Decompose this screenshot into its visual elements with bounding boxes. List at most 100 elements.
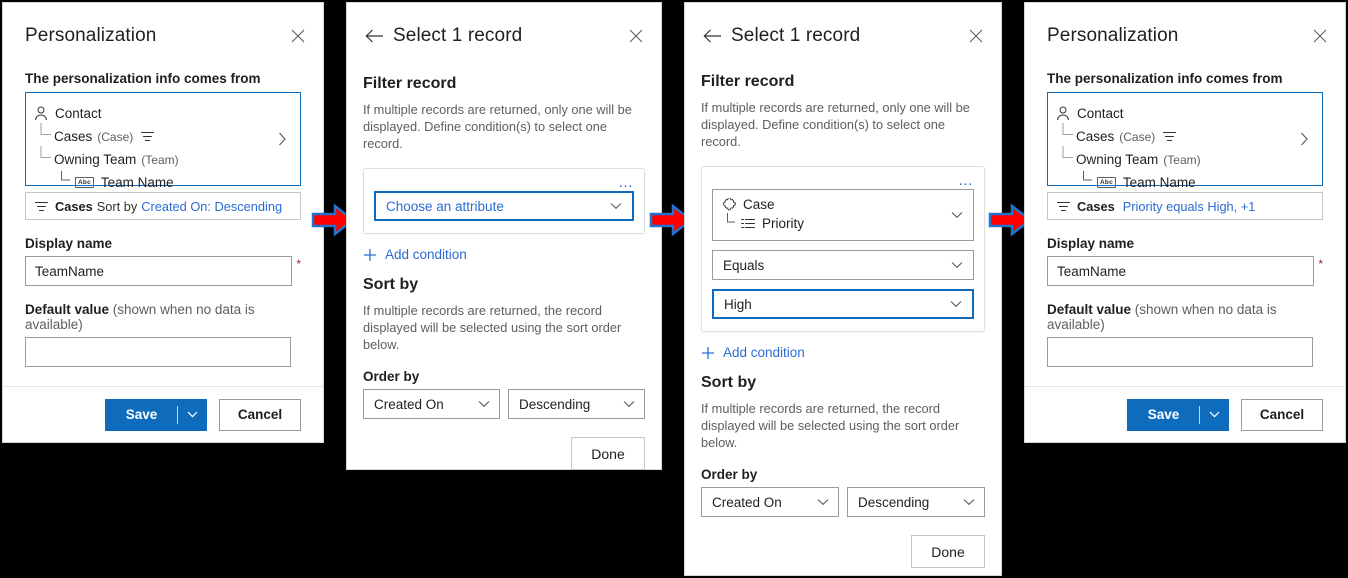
filter-summary-pill[interactable]: Cases Priority equals High, +1 (1047, 192, 1323, 220)
default-value-input[interactable] (25, 337, 291, 367)
order-by-label: Order by (363, 369, 420, 384)
sort-by-helper: If multiple records are returned, the re… (701, 401, 960, 450)
personalization-source-tree[interactable]: Contact Cases (Case) Owning Team (Team) … (25, 92, 301, 190)
tree-label: Cases (54, 129, 93, 144)
save-button-label: Save (125, 407, 158, 422)
required-asterisk: * (296, 257, 301, 271)
order-field-value: Created On (712, 494, 782, 510)
chevron-down-icon[interactable] (178, 411, 206, 418)
chevron-right-icon[interactable] (274, 132, 290, 146)
condition-card: … Case Priority Equals High (701, 166, 985, 332)
tree-label: Team Name (1122, 175, 1196, 190)
tree-sublabel: (Case) (97, 129, 134, 144)
chevron-down-icon[interactable] (956, 498, 982, 506)
pill-link[interactable]: Priority equals High, +1 (1123, 199, 1256, 214)
attribute-combobox[interactable]: Choose an attribute (374, 191, 634, 221)
display-name-input[interactable]: TeamName (25, 256, 293, 286)
add-condition-button[interactable]: Add condition (701, 345, 985, 360)
filter-icon (1057, 201, 1070, 212)
add-condition-label: Add condition (385, 247, 467, 262)
default-value-label: Default value (shown when no data is ava… (25, 302, 301, 332)
back-arrow-icon[interactable] (699, 23, 725, 49)
chevron-down-icon[interactable] (810, 498, 836, 506)
default-value-input[interactable] (1047, 337, 1313, 367)
panel-footer: Save Cancel (1025, 386, 1345, 442)
tree-label: Owning Team (1076, 152, 1159, 167)
tree-row-team-name[interactable]: Abc Team Name (34, 171, 274, 194)
value-dropdown[interactable]: High (712, 289, 974, 319)
close-icon[interactable] (1309, 25, 1331, 47)
tree-sublabel: (Team) (141, 152, 179, 167)
order-by-label: Order by (701, 467, 758, 482)
close-icon[interactable] (965, 25, 987, 47)
add-condition-label: Add condition (723, 345, 805, 360)
chevron-right-icon[interactable] (1296, 132, 1312, 146)
back-arrow-icon[interactable] (361, 23, 387, 49)
tree-row-contact[interactable]: Contact (34, 102, 274, 125)
panel-header: Personalization (3, 3, 323, 55)
contact-icon (34, 106, 48, 121)
page-title: Personalization (25, 25, 157, 46)
tree-row-owning-team[interactable]: Owning Team (Team) (1056, 145, 1296, 171)
select-record-panel-empty: Select 1 record Filter record If multipl… (346, 2, 662, 470)
done-button[interactable]: Done (911, 535, 985, 568)
close-icon[interactable] (625, 25, 647, 47)
condition-card: … Choose an attribute (363, 168, 645, 234)
filter-record-helper: If multiple records are returned, only o… (701, 100, 970, 149)
filter-summary-pill[interactable]: Cases Sort by Created On: Descending (25, 192, 301, 220)
order-direction-dropdown[interactable]: Descending (508, 389, 645, 419)
value-dropdown-value: High (724, 296, 752, 312)
tree-row-contact[interactable]: Contact (1056, 102, 1296, 125)
abc-icon: Abc (75, 177, 94, 188)
chevron-down-icon[interactable] (471, 400, 497, 408)
filter-icon (1163, 131, 1177, 142)
order-direction-value: Descending (858, 494, 930, 510)
tree-label: Owning Team (54, 152, 137, 167)
chevron-down-icon[interactable] (604, 202, 628, 210)
order-field-dropdown[interactable]: Created On (701, 487, 839, 517)
sort-by-helper: If multiple records are returned, the re… (363, 303, 622, 352)
optionset-icon (741, 218, 755, 229)
personalization-source-tree[interactable]: Contact Cases (Case) Owning Team (Team) … (1047, 92, 1323, 190)
default-value-label: Default value (shown when no data is ava… (1047, 302, 1323, 332)
order-field-dropdown[interactable]: Created On (363, 389, 500, 419)
save-button[interactable]: Save (1127, 398, 1229, 431)
chevron-down-icon[interactable] (1200, 411, 1228, 418)
save-button[interactable]: Save (105, 398, 207, 431)
panel-header: Select 1 record (685, 3, 1001, 55)
add-condition-button[interactable]: Add condition (363, 247, 645, 262)
cancel-button[interactable]: Cancel (219, 398, 301, 431)
cancel-button[interactable]: Cancel (1241, 398, 1323, 431)
source-label: The personalization info comes from (25, 71, 261, 86)
order-direction-dropdown[interactable]: Descending (847, 487, 985, 517)
tree-row-cases[interactable]: Cases (Case) (34, 122, 274, 148)
chevron-down-icon[interactable] (944, 300, 968, 308)
tree-row-owning-team[interactable]: Owning Team (Team) (34, 145, 274, 174)
required-asterisk: * (1318, 257, 1323, 271)
operator-value: Equals (723, 257, 765, 273)
screenshot-stage: Personalization The personalization info… (0, 0, 1348, 578)
tree-label: Contact (1077, 106, 1124, 121)
tree-row-team-name[interactable]: Abc Team Name (1056, 171, 1296, 194)
chevron-down-icon[interactable] (945, 261, 969, 269)
filter-icon (141, 131, 155, 142)
done-button[interactable]: Done (571, 437, 645, 470)
close-icon[interactable] (287, 25, 309, 47)
filter-record-helper: If multiple records are returned, only o… (363, 102, 632, 151)
display-name-input[interactable]: TeamName (1047, 256, 1315, 286)
chevron-down-icon[interactable] (616, 400, 642, 408)
tree-row-cases[interactable]: Cases (Case) (1056, 122, 1296, 148)
operator-dropdown[interactable]: Equals (712, 250, 974, 280)
pill-link[interactable]: Created On: Descending (141, 199, 282, 214)
personalization-panel-right: Personalization The personalization info… (1024, 2, 1346, 443)
chevron-down-icon[interactable] (945, 211, 969, 219)
filter-icon (35, 201, 48, 212)
overflow-menu-icon[interactable]: … (618, 175, 634, 190)
personalization-panel-left: Personalization The personalization info… (2, 2, 324, 443)
overflow-menu-icon[interactable]: … (958, 173, 974, 188)
tree-elbow-icon (39, 145, 52, 174)
attribute-combobox[interactable]: Case Priority (712, 189, 974, 241)
save-button-label: Save (1147, 407, 1180, 422)
pill-entity: Cases (1077, 198, 1115, 214)
tree-label: Team Name (100, 175, 174, 190)
